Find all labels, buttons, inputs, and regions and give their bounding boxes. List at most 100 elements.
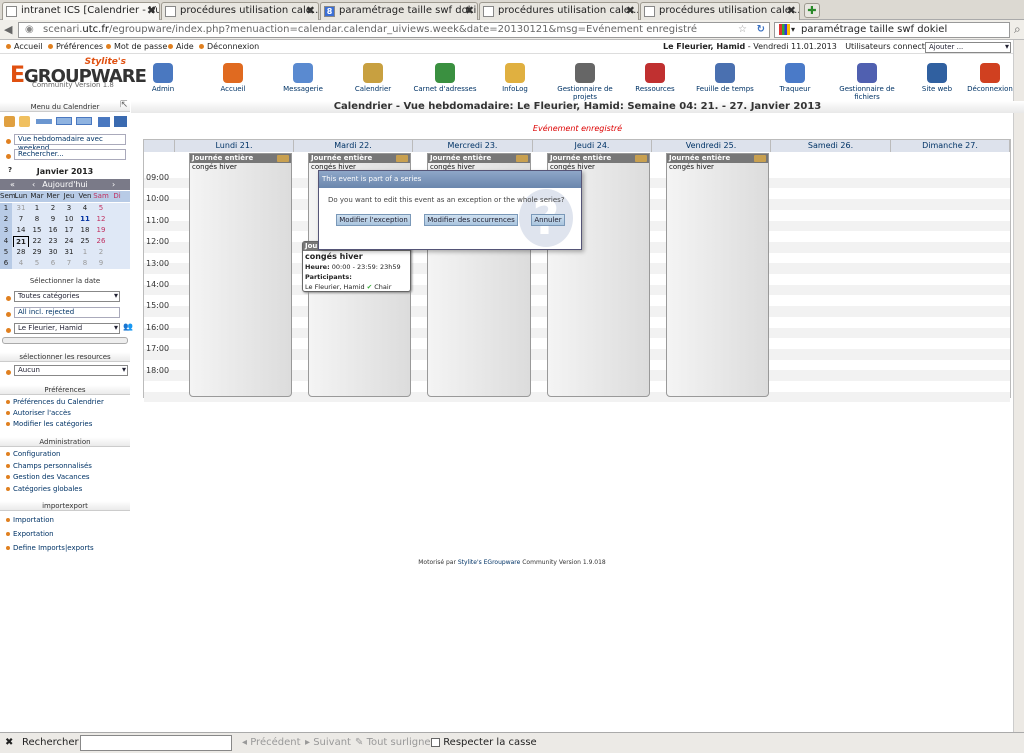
menu-password[interactable]: Mot de passe <box>106 40 167 54</box>
day-header[interactable]: Mercredi 23. <box>413 140 533 152</box>
close-find-icon[interactable]: ✖ <box>5 733 13 753</box>
mini-cal-day[interactable]: 8 <box>29 214 45 225</box>
menu-home[interactable]: Accueil <box>6 40 43 54</box>
close-tab-icon[interactable]: ✖ <box>147 3 156 19</box>
find-previous-button[interactable]: ◂ Précédent <box>242 733 301 753</box>
edit-exception-button[interactable]: Modifier l'exception <box>336 214 411 226</box>
week-number[interactable]: 4 <box>0 236 12 247</box>
day-column[interactable]: Journée entière congés hiver <box>189 153 292 397</box>
next-month-button[interactable]: › <box>112 179 115 190</box>
day-header[interactable]: Lundi 21. <box>175 140 294 152</box>
egroupware-logo[interactable]: Stylite's EGROUPWARE Community Version 1… <box>10 57 147 89</box>
mini-cal-day[interactable]: 30 <box>45 247 61 258</box>
sidebar-link[interactable]: Champs personnalisés <box>6 462 92 470</box>
allday-event[interactable]: Journée entière <box>309 154 410 163</box>
mini-cal-day[interactable]: 6 <box>45 258 61 269</box>
today-button[interactable]: Aujourd'hui <box>42 180 88 189</box>
week-number[interactable]: 3 <box>0 225 12 236</box>
day-column[interactable]: Journée entière congés hiver <box>666 153 769 397</box>
sidebar-link[interactable]: Catégories globales <box>6 485 82 493</box>
allday-event[interactable]: Journée entière <box>190 154 291 163</box>
add-event-icon[interactable] <box>4 116 15 127</box>
app-carnet-d-adresses-button[interactable]: Carnet d'adresses <box>410 63 480 93</box>
new-tab-button[interactable]: ✚ <box>804 3 820 18</box>
sidebar-link[interactable]: Exportation <box>6 530 54 538</box>
mini-cal-day[interactable]: 5 <box>29 258 45 269</box>
week-view-icon[interactable] <box>56 117 72 125</box>
event-title[interactable]: congés hiver <box>192 163 237 171</box>
resource-select[interactable]: Aucun <box>14 365 128 376</box>
mini-cal-day[interactable]: 7 <box>61 258 77 269</box>
mini-cal-day[interactable]: 15 <box>29 225 45 236</box>
find-input[interactable] <box>80 735 232 751</box>
sidebar-link[interactable]: Préférences du Calendrier <box>6 398 104 406</box>
owner-scrollbar[interactable] <box>2 337 128 344</box>
close-tab-icon[interactable]: ✖ <box>787 3 796 19</box>
sidebar-link[interactable]: Importation <box>6 516 54 524</box>
mini-cal-day[interactable]: 19 <box>93 225 109 236</box>
edit-series-button[interactable]: Modifier des occurrences <box>424 214 518 226</box>
mini-cal-day[interactable]: 11 <box>77 214 93 225</box>
mini-cal-day[interactable]: 4 <box>77 203 93 214</box>
menu-logout[interactable]: Déconnexion <box>199 40 259 54</box>
highlight-all-button[interactable]: ✎ Tout surligner <box>355 733 435 753</box>
search-icon[interactable]: ⌕ <box>1014 22 1021 37</box>
app-feuille-de-temps-button[interactable]: Feuille de temps <box>690 63 760 93</box>
mini-cal-day[interactable]: 31 <box>13 203 29 214</box>
mini-cal-day[interactable]: 24 <box>61 236 77 247</box>
close-tab-icon[interactable]: ✖ <box>306 3 315 19</box>
menu-preferences[interactable]: Préférences <box>48 40 103 54</box>
day-header[interactable]: Dimanche 27. <box>891 140 1010 152</box>
calendar-search-input[interactable]: Rechercher... <box>14 149 126 160</box>
close-tab-icon[interactable]: ✖ <box>465 3 474 19</box>
mini-cal-day[interactable]: 17 <box>61 225 77 236</box>
allday-event[interactable]: Journée entière <box>428 154 530 163</box>
mini-cal-day[interactable]: 26 <box>93 236 109 247</box>
day-view-icon[interactable] <box>36 119 52 124</box>
app-infolog-button[interactable]: InfoLog <box>480 63 550 93</box>
allday-event[interactable]: Journée entière <box>548 154 649 163</box>
mini-cal-day[interactable]: 4 <box>13 258 29 269</box>
mini-cal-day[interactable]: 9 <box>93 258 109 269</box>
mini-cal-day[interactable]: 2 <box>93 247 109 258</box>
mini-cal-day[interactable]: 9 <box>45 214 61 225</box>
back-icon[interactable]: ◀ <box>4 23 12 36</box>
event-title[interactable]: congés hiver <box>669 163 714 171</box>
mini-cal-day[interactable]: 1 <box>29 203 45 214</box>
weekday-view-icon[interactable] <box>76 117 92 125</box>
mini-cal-day[interactable]: 14 <box>13 225 29 236</box>
app-accueil-button[interactable]: Accueil <box>198 63 268 93</box>
app-admin-button[interactable]: Admin <box>128 63 198 93</box>
sidebar-link[interactable]: Configuration <box>6 450 60 458</box>
app-gestionnaire-de-projets-button[interactable]: Gestionnaire de projets <box>550 63 620 101</box>
mini-cal-day[interactable]: 3 <box>61 203 77 214</box>
browser-tab[interactable]: 8 paramétrage taille swf doki... ✖ <box>320 2 478 20</box>
bookmark-star-icon[interactable]: ☆ <box>738 23 747 37</box>
app-ressources-button[interactable]: Ressources <box>620 63 690 93</box>
filter-select[interactable]: All incl. rejected <box>14 307 120 318</box>
planner-view-icon[interactable] <box>114 116 127 127</box>
day-header[interactable]: Samedi 26. <box>771 140 891 152</box>
match-case-checkbox[interactable]: Respecter la casse <box>431 733 537 753</box>
sidebar-link[interactable]: Modifier les catégories <box>6 420 92 428</box>
mini-cal-day[interactable]: 16 <box>45 225 61 236</box>
add-select[interactable]: Ajouter ... <box>925 42 1011 53</box>
view-select[interactable]: Vue hebdomadaire avec weekend <box>14 134 126 152</box>
footer-link[interactable]: Stylite's EGroupware <box>458 559 520 566</box>
mini-cal-day[interactable]: 8 <box>77 258 93 269</box>
sidebar-link[interactable]: Gestion des Vacances <box>6 473 90 481</box>
url-input[interactable]: ◉ scenari.utc.fr/egroupware/index.php?me… <box>18 22 770 38</box>
app-gestionnaire-de-fichiers-button[interactable]: Gestionnaire de fichiers <box>832 63 902 101</box>
chevron-down-icon[interactable]: ▾ <box>791 23 795 37</box>
mini-cal-day[interactable]: 29 <box>29 247 45 258</box>
browser-search-input[interactable]: ▾ paramétrage taille swf dokiel <box>774 22 1010 38</box>
cancel-button[interactable]: Annuler <box>531 214 565 226</box>
week-number[interactable]: 6 <box>0 258 12 269</box>
mini-cal-day[interactable]: 25 <box>77 236 93 247</box>
browser-tab-active[interactable]: intranet ICS [Calendrier - Vu... ✖ <box>2 2 160 21</box>
close-tab-icon[interactable]: ✖ <box>626 3 635 19</box>
menu-help[interactable]: Aide <box>168 40 194 54</box>
mini-cal-day[interactable]: 18 <box>77 225 93 236</box>
mini-cal-day[interactable]: 7 <box>13 214 29 225</box>
sidebar-link[interactable]: Autoriser l'accès <box>6 409 71 417</box>
